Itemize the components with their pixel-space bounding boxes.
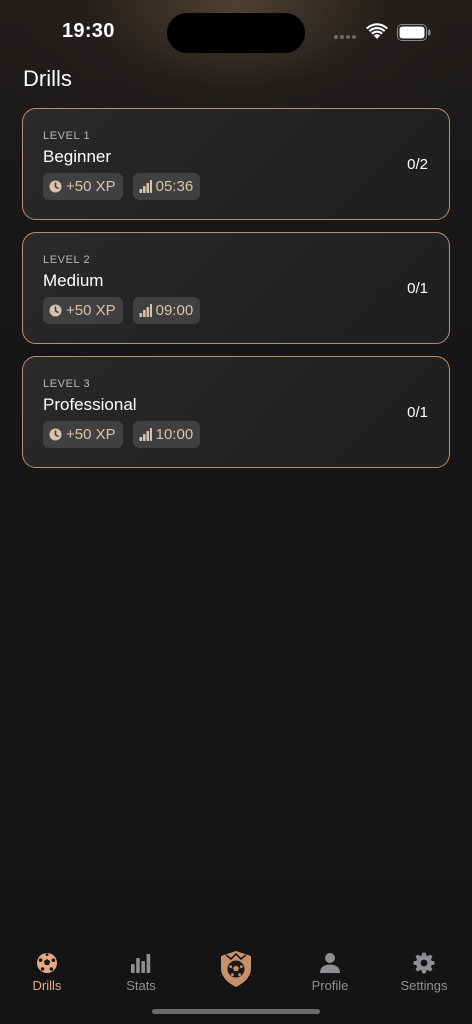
duration-value: 10:00	[155, 426, 194, 443]
xp-value: +50 XP	[66, 178, 116, 195]
bar-chart-icon	[139, 304, 152, 317]
tab-settings-label: Settings	[400, 978, 448, 993]
bar-chart-icon	[131, 954, 151, 973]
battery-icon	[397, 24, 431, 41]
xp-chip: +50 XP	[43, 421, 123, 448]
duration-value: 09:00	[155, 302, 194, 319]
clock-icon	[49, 180, 62, 193]
tab-home[interactable]	[189, 940, 283, 988]
drill-chips: +50 XP 09:00	[43, 297, 201, 324]
bar-chart-icon	[139, 428, 152, 441]
drill-level: LEVEL 1	[43, 130, 91, 142]
drill-chips: +50 XP 10:00	[43, 421, 201, 448]
drill-progress: 0/2	[407, 156, 428, 173]
person-icon	[320, 953, 340, 973]
drill-progress: 0/1	[407, 280, 428, 297]
cellular-signal-icon	[334, 35, 356, 39]
drill-name: Beginner	[43, 147, 112, 166]
shield-logo-icon	[221, 951, 251, 987]
duration-chip: 09:00	[132, 297, 201, 324]
soccer-ball-icon	[37, 953, 57, 973]
duration-chip: 05:36	[132, 173, 201, 200]
clock-icon	[49, 304, 62, 317]
xp-value: +50 XP	[66, 302, 116, 319]
wifi-icon	[366, 23, 388, 39]
duration-value: 05:36	[155, 178, 194, 195]
status-bar: 19:30	[0, 0, 472, 64]
drill-card-professional[interactable]: LEVEL 3 Professional +50 XP 10:00 0/1	[22, 356, 450, 468]
drill-chips: +50 XP 05:36	[43, 173, 201, 200]
tab-stats[interactable]: Stats	[94, 940, 188, 993]
tab-settings[interactable]: Settings	[377, 940, 471, 993]
gear-icon	[413, 952, 435, 974]
drill-name: Professional	[43, 395, 137, 414]
duration-chip: 10:00	[132, 421, 201, 448]
home-indicator[interactable]	[152, 1009, 320, 1014]
xp-value: +50 XP	[66, 426, 116, 443]
xp-chip: +50 XP	[43, 297, 123, 324]
dynamic-island	[167, 13, 305, 53]
status-time: 19:30	[62, 20, 115, 42]
tab-profile[interactable]: Profile	[283, 940, 377, 993]
tab-drills[interactable]: Drills	[0, 940, 94, 993]
page-title: Drills	[23, 66, 72, 91]
tab-drills-label: Drills	[32, 978, 62, 993]
drill-name: Medium	[43, 271, 104, 290]
drill-level: LEVEL 3	[43, 378, 91, 390]
clock-icon	[49, 428, 62, 441]
bar-chart-icon	[139, 180, 152, 193]
tab-profile-label: Profile	[311, 978, 349, 993]
drill-card-beginner[interactable]: LEVEL 1 Beginner +50 XP 05:36 0/2	[22, 108, 450, 220]
drill-progress: 0/1	[407, 404, 428, 421]
tab-stats-label: Stats	[126, 978, 156, 993]
drill-card-medium[interactable]: LEVEL 2 Medium +50 XP 09:00 0/1	[22, 232, 450, 344]
drill-level: LEVEL 2	[43, 254, 91, 266]
drill-list: LEVEL 1 Beginner +50 XP 05:36 0/2 LEVEL …	[22, 108, 450, 480]
xp-chip: +50 XP	[43, 173, 123, 200]
